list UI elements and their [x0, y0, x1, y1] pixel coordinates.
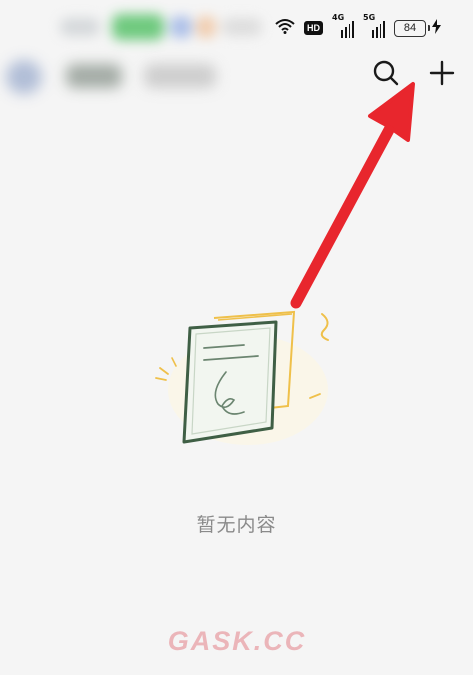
app-screen: HD 4G 5G 84 暂无内容 GASK.CC — [0, 0, 473, 675]
signal-5g-icon: 5G — [363, 14, 385, 38]
empty-state-message: 暂无内容 — [196, 514, 277, 536]
status-bar: HD 4G 5G 84 — [0, 0, 473, 54]
blurred-header-tabs — [0, 50, 240, 102]
wifi-icon — [275, 18, 295, 38]
signal-5g-label: 5G — [363, 13, 376, 22]
battery-indicator: 84 — [394, 18, 441, 38]
hd-badge: HD — [304, 21, 323, 35]
battery-level: 84 — [394, 19, 426, 37]
add-icon — [429, 60, 455, 90]
watermark: GASK.CC — [0, 623, 473, 663]
add-button[interactable] — [425, 58, 459, 92]
watermark-logo: GASK.CC — [167, 626, 306, 656]
status-icons: HD 4G 5G 84 — [275, 14, 441, 40]
signal-4g-icon: 4G — [332, 14, 354, 38]
empty-document-illustration — [148, 300, 354, 460]
svg-text:GASK.CC: GASK.CC — [167, 626, 306, 656]
search-icon — [372, 59, 400, 91]
signal-4g-label: 4G — [332, 13, 345, 22]
blurred-status-area — [0, 0, 278, 52]
header-actions — [369, 58, 459, 92]
search-button[interactable] — [369, 58, 403, 92]
charging-icon — [432, 18, 441, 38]
battery-tip — [428, 25, 430, 31]
